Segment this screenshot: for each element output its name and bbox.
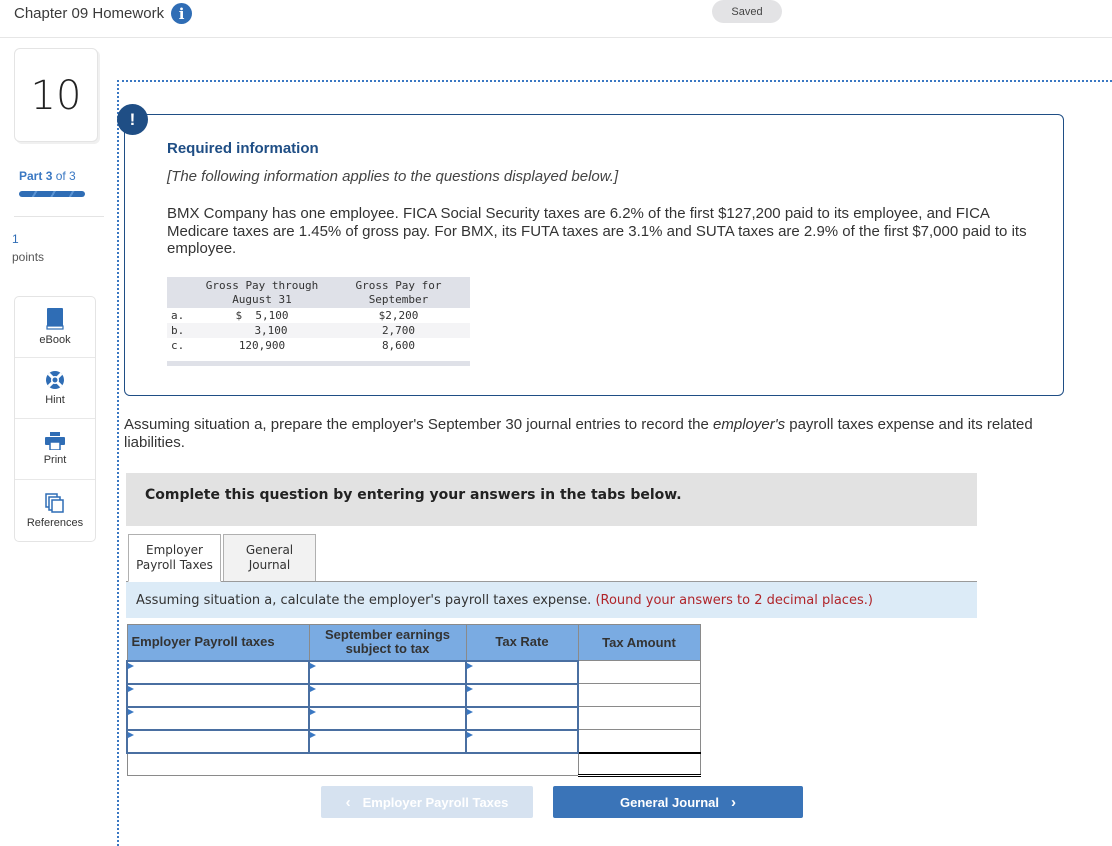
part-of: of 3 (55, 169, 76, 183)
table-row: b. 3,100 2,700 (167, 323, 470, 338)
question-focus-border-top (117, 80, 1112, 82)
tab-instruction: Assuming situation a, calculate the empl… (126, 582, 977, 618)
assignment-title: Chapter 09 Homework i (14, 3, 193, 24)
points-label: points (12, 250, 45, 264)
header-employer-payroll-taxes: Employer Payroll taxes (126, 624, 310, 661)
part-current: 3 (45, 169, 53, 183)
prev-tab-button[interactable]: ‹ Employer Payroll Taxes (321, 786, 533, 818)
earnings-input[interactable] (308, 659, 467, 685)
saved-status-badge: Saved (712, 0, 782, 23)
sidebar-item-label: eBook (39, 334, 71, 346)
part-label: Part (19, 169, 43, 183)
top-bar: Chapter 09 Homework i Saved (0, 0, 1112, 38)
table-row: a. $ 5,100 $2,200 (171, 309, 419, 322)
book-icon (45, 308, 65, 330)
total-row (126, 751, 701, 777)
sidebar-item-references[interactable]: References (15, 480, 95, 541)
exclamation-icon: ! (117, 104, 148, 135)
payroll-taxes-table: Employer Payroll taxes September earning… (126, 624, 701, 777)
header-tax-rate: Tax Rate (465, 624, 579, 661)
sidebar-item-label: Hint (45, 394, 65, 406)
header-gross-pay-through-august: Gross Pay through August 31 (205, 279, 319, 306)
lifebuoy-icon (45, 370, 65, 390)
required-information-title: Required information (167, 140, 319, 157)
tax-name-input[interactable] (126, 659, 310, 685)
tax-amount-cell (577, 683, 701, 707)
gross-pay-table-header: Gross Pay through August 31 Gross Pay fo… (167, 277, 470, 308)
table-header-row: Employer Payroll taxes September earning… (126, 624, 701, 661)
part-progress-bar (19, 191, 85, 197)
earnings-input[interactable] (308, 682, 467, 708)
header-tax-amount: Tax Amount (577, 624, 701, 661)
table-row (126, 659, 701, 685)
sidebar-item-label: Print (43, 454, 67, 466)
total-tax-amount-cell (577, 751, 701, 777)
part-indicator: Part 3 of 3 (19, 169, 76, 183)
required-information-subtitle: [The following information applies to th… (167, 168, 619, 185)
tax-rate-input[interactable] (465, 728, 579, 754)
table-row (126, 705, 701, 731)
tax-name-input[interactable] (126, 705, 310, 731)
header-september-earnings: September earnings subject to tax (308, 624, 467, 661)
tax-amount-cell (577, 660, 701, 684)
header-gross-pay-september: Gross Pay for September (355, 279, 442, 306)
required-information-body: BMX Company has one employee. FICA Socia… (167, 205, 1027, 257)
gross-pay-table-footer (167, 361, 470, 366)
tools-panel: eBook Hint Print References (14, 296, 96, 542)
instruction-banner-text: Complete this question by entering your … (145, 487, 682, 503)
sidebar-item-hint[interactable]: Hint (15, 358, 95, 419)
question-prompt: Assuming situation a, prepare the employ… (124, 416, 1033, 451)
gross-pay-table: Gross Pay through August 31 Gross Pay fo… (167, 277, 470, 366)
question-number-card: 10 (14, 48, 98, 142)
chevron-left-icon: ‹ (345, 793, 351, 811)
sidebar-divider (14, 216, 104, 217)
tax-name-input[interactable] (126, 682, 310, 708)
table-row (126, 682, 701, 708)
tax-rate-input[interactable] (465, 705, 579, 731)
tax-amount-cell (577, 706, 701, 730)
points-value: 1 (12, 232, 19, 246)
question-number: 10 (30, 73, 82, 119)
printer-icon (45, 432, 65, 450)
sidebar-item-ebook[interactable]: eBook (15, 297, 95, 358)
info-icon[interactable]: i (171, 3, 193, 24)
rounding-note: (Round your answers to 2 decimal places.… (595, 593, 873, 608)
tax-name-input[interactable] (126, 728, 310, 754)
next-tab-button[interactable]: General Journal › (553, 786, 803, 818)
tax-rate-input[interactable] (465, 659, 579, 685)
earnings-input[interactable] (308, 705, 467, 731)
tax-rate-input[interactable] (465, 682, 579, 708)
tab-employer-payroll-taxes[interactable]: Employer Payroll Taxes (128, 534, 221, 582)
table-row: c. 120,900 8,600 (171, 339, 416, 352)
earnings-input[interactable] (308, 728, 467, 754)
chevron-right-icon: › (730, 793, 736, 811)
sidebar-item-label: References (26, 516, 84, 529)
table-row (126, 728, 701, 754)
assignment-title-text: Chapter 09 Homework (14, 5, 165, 22)
question-focus-border-left (117, 80, 119, 846)
instruction-banner: Complete this question by entering your … (126, 473, 977, 526)
total-row-spacer (126, 752, 579, 776)
tax-amount-cell (577, 729, 701, 753)
copies-icon (45, 492, 65, 513)
sidebar-item-print[interactable]: Print (15, 419, 95, 480)
tab-general-journal[interactable]: General Journal (223, 534, 316, 582)
